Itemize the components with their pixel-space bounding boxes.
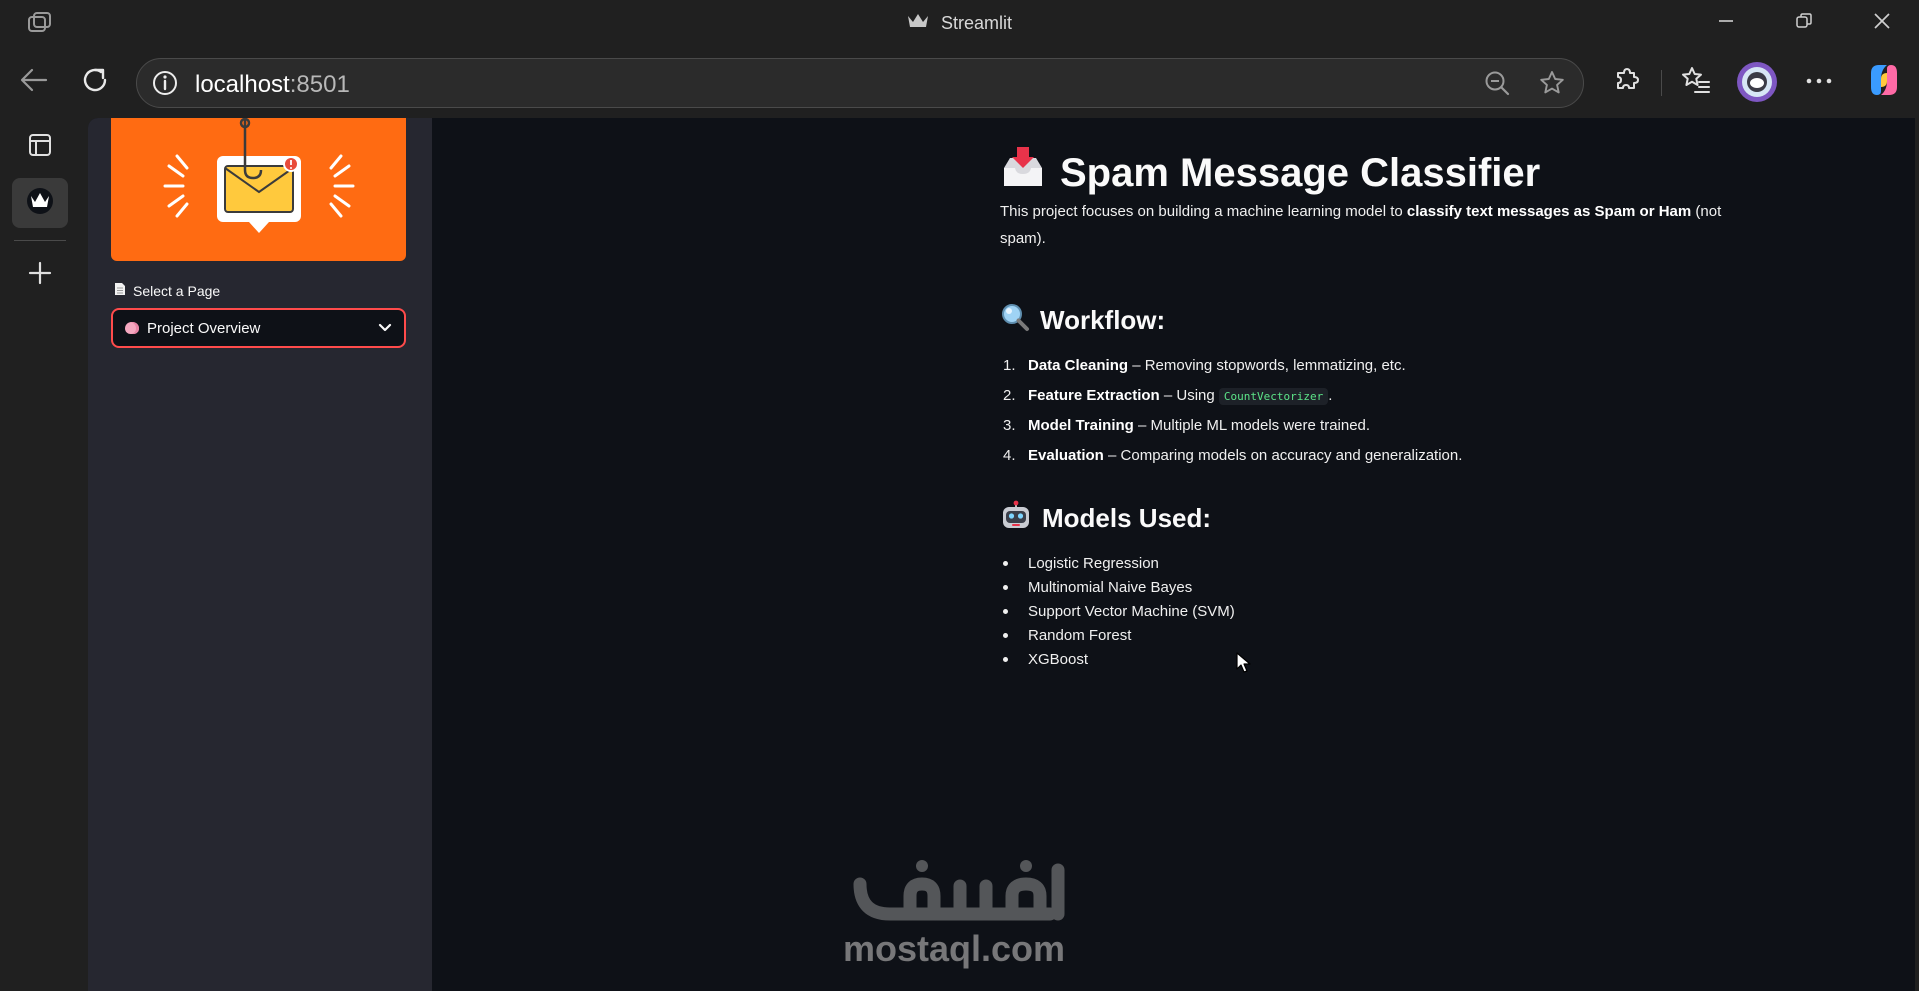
more-menu-button[interactable] <box>1797 60 1841 104</box>
models-heading-text: Models Used: <box>1042 503 1212 533</box>
new-tab-button[interactable] <box>12 250 68 300</box>
magnifier-icon <box>1000 302 1030 339</box>
close-icon <box>1872 11 1892 36</box>
list-item: XGBoost <box>1000 648 1235 672</box>
plus-icon <box>27 260 53 291</box>
info-icon[interactable] <box>149 67 181 99</box>
brain-icon <box>125 322 139 334</box>
workflow-heading: Workflow: <box>1000 302 1165 339</box>
puzzle-icon <box>1612 65 1642 100</box>
models-list: Logistic Regression Multinomial Naive Ba… <box>1000 552 1235 672</box>
tab-actions-icon <box>26 131 54 164</box>
minimize-button[interactable] <box>1696 0 1756 46</box>
restore-button[interactable] <box>1774 0 1834 46</box>
inbox-tray-icon <box>1000 146 1046 200</box>
list-item: Random Forest <box>1000 624 1235 648</box>
favorites-button[interactable] <box>1674 60 1718 104</box>
page-title-text: Spam Message Classifier <box>1060 150 1541 195</box>
refresh-button[interactable] <box>73 60 117 104</box>
document-icon <box>114 282 126 299</box>
copilot-button[interactable] <box>1862 60 1906 104</box>
window-title-text: Streamlit <box>940 12 1012 33</box>
workflow-list: 1. Data Cleaning – Removing stopwords, le… <box>1000 354 1462 468</box>
models-heading: Models Used: <box>1000 500 1211 537</box>
extensions-button[interactable] <box>1605 60 1649 104</box>
chevron-down-icon <box>378 323 392 333</box>
title-bar: Streamlit <box>0 0 1919 46</box>
sidebar-banner-image <box>111 118 406 261</box>
copilot-icon <box>1865 61 1903 104</box>
list-item: Support Vector Machine (SVM) <box>1000 600 1235 624</box>
close-button[interactable] <box>1852 0 1912 46</box>
browser-toolbar: localhost:8501 <box>0 46 1919 118</box>
streamlit-crown-icon <box>907 13 929 34</box>
inline-code: CountVectorizer <box>1218 388 1329 405</box>
page-title: Spam Message Classifier <box>1000 146 1540 200</box>
list-item: 4. Evaluation – Comparing models on accur… <box>1003 447 1463 464</box>
list-item: Multinomial Naive Bayes <box>1000 576 1235 600</box>
url-host: localhost <box>195 71 290 98</box>
toolbar-divider <box>1661 70 1662 96</box>
intro-prefix: This project focuses on building a machi… <box>1000 203 1407 220</box>
watermark-logo <box>840 856 1080 991</box>
browser-app-icon[interactable] <box>26 10 56 36</box>
intro-bold: classify text messages as Spam or Ham <box>1406 203 1692 220</box>
streamlit-app-icon <box>25 186 55 221</box>
page-select[interactable]: Project Overview <box>111 308 406 348</box>
window-title: Streamlit <box>0 0 1919 46</box>
robot-icon <box>1000 500 1032 537</box>
tab-actions-button[interactable] <box>12 122 68 172</box>
list-item: 1. Data Cleaning – Removing stopwords, le… <box>1003 357 1406 374</box>
refresh-icon <box>80 65 110 100</box>
sidebar: Select a Page Project Overview <box>88 118 432 991</box>
watermark-text: mostaql.com <box>843 928 1066 969</box>
mouse-cursor <box>1236 652 1252 679</box>
vertical-tab-rail <box>0 118 80 991</box>
intro-paragraph: This project focuses on building a machi… <box>1000 198 1740 252</box>
list-item: 3. Model Training – Multiple ML models we… <box>1003 417 1371 434</box>
list-item: Logistic Regression <box>1000 552 1235 576</box>
star-icon[interactable] <box>1532 63 1572 103</box>
minimize-icon <box>1717 12 1735 35</box>
zoom-out-icon[interactable] <box>1477 63 1517 103</box>
workflow-heading-text: Workflow: <box>1040 305 1166 335</box>
favorites-list-icon <box>1680 65 1712 100</box>
page-select-value: Project Overview <box>147 319 261 337</box>
tab-streamlit[interactable] <box>12 178 68 228</box>
more-menu-icon <box>1805 73 1833 91</box>
back-button[interactable] <box>12 60 56 104</box>
list-item: 2. Feature Extraction – Using CountVector… <box>1003 387 1333 405</box>
url-port: :8501 <box>289 71 350 98</box>
url-text[interactable]: localhost:8501 <box>195 71 350 99</box>
restore-icon <box>1795 12 1813 35</box>
rail-divider <box>14 240 66 241</box>
profile-avatar[interactable] <box>1735 60 1779 104</box>
select-page-label-text: Select a Page <box>133 282 221 299</box>
address-bar[interactable]: localhost:8501 <box>136 58 1584 108</box>
select-page-label: Select a Page <box>114 282 220 299</box>
back-arrow-icon <box>19 67 49 98</box>
